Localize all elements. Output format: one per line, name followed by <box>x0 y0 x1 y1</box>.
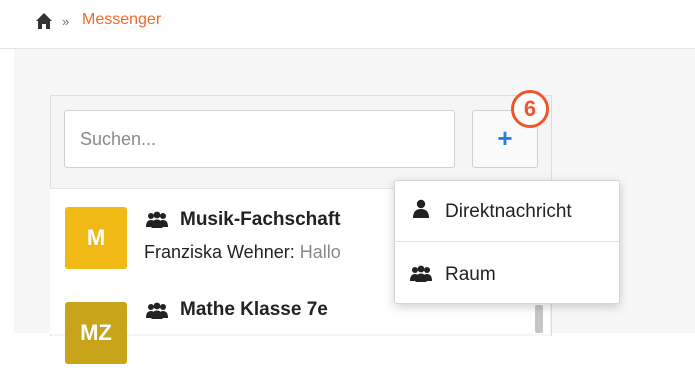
menu-item-direct-message[interactable]: Direktnachricht <box>395 181 619 242</box>
breadcrumb-messenger-link[interactable]: Messenger <box>82 11 161 29</box>
users-icon <box>410 265 432 282</box>
chat-name: Musik-Fachschaft <box>180 209 341 230</box>
breadcrumb-bar: » Messenger <box>0 0 695 49</box>
menu-item-label: Raum <box>445 264 496 285</box>
home-icon[interactable] <box>35 12 53 30</box>
chat-message: Hallo <box>294 242 341 262</box>
users-icon <box>146 302 168 319</box>
chat-sender: Franziska Wehner: <box>144 242 295 262</box>
new-conversation-dropdown: Direktnachricht Raum <box>394 180 620 304</box>
chat-name: Mathe Klasse 7e <box>180 299 328 320</box>
scrollbar-thumb[interactable] <box>535 305 543 333</box>
menu-item-room[interactable]: Raum <box>395 242 619 302</box>
search-input[interactable] <box>64 110 455 168</box>
avatar: M <box>65 207 127 269</box>
users-icon <box>146 211 168 228</box>
avatar: MZ <box>65 302 127 364</box>
user-icon <box>413 199 429 218</box>
plus-icon: + <box>497 123 513 153</box>
step-annotation-badge: 6 <box>511 90 549 128</box>
menu-item-label: Direktnachricht <box>445 201 572 222</box>
breadcrumb-separator: » <box>62 14 70 29</box>
chat-preview: Franziska Wehner: Hallo <box>144 242 384 263</box>
